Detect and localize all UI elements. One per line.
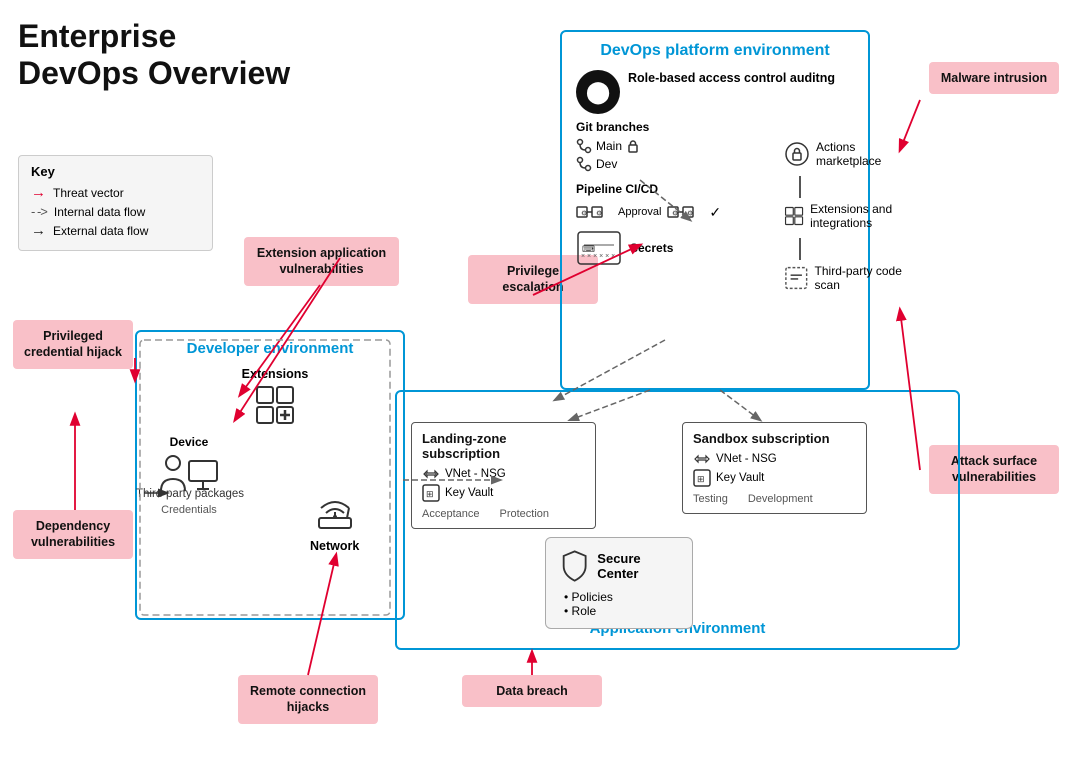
sandbox-box: Sandbox subscription VNet - NSG ⊞ Key Va… — [682, 422, 867, 514]
sandbox-vnet: VNet - NSG — [693, 452, 856, 466]
landing-labels: Acceptance Protection — [422, 508, 585, 520]
vnet-icon — [422, 467, 440, 481]
key-threat: → Threat vector — [31, 184, 200, 201]
key-internal: - -> Internal data flow — [31, 204, 200, 219]
keyvault-icon: ⊞ — [422, 484, 440, 502]
scan-icon — [784, 265, 809, 291]
landing-vnet-label: VNet - NSG — [445, 468, 506, 480]
credentials-label: Credentials — [159, 504, 219, 516]
third-party-scan-item: Third-party code scan — [784, 264, 924, 292]
rbac-block: ⬤ Role-based access control auditng — [576, 70, 854, 114]
extensions-icon — [255, 385, 295, 425]
threat-privileged-credential: Privileged credential hijack — [13, 320, 133, 369]
secure-center-title: Secure Center — [597, 551, 678, 581]
diagram-container: { "title": {"line1": "Enterprise", "line… — [0, 0, 1079, 779]
protection-label: Protection — [499, 508, 549, 520]
page-title: Enterprise DevOps Overview — [18, 18, 290, 92]
sandbox-vnet-icon — [693, 452, 711, 466]
threat-remote-connection: Remote connection hijacks — [238, 675, 378, 724]
lock2-icon — [784, 141, 810, 167]
lock-icon — [626, 139, 640, 153]
extensions-label: Extensions — [159, 367, 391, 381]
device-label: Device — [159, 435, 219, 449]
landing-zone-box: Landing-zone subscription VNet - NSG ⊞ K… — [411, 422, 596, 529]
threat-dependency: Dependency vulnerabilities — [13, 510, 133, 559]
secrets-label: Secrets — [630, 241, 673, 255]
branch-icon-main — [576, 138, 592, 154]
svg-text:⊞: ⊞ — [697, 474, 705, 484]
key-legend: Key → Threat vector - -> Internal data f… — [18, 155, 213, 251]
threat-data-breach: Data breach — [462, 675, 602, 707]
secure-center-box: Secure Center • Policies • Role — [545, 537, 693, 629]
extensions2-icon — [784, 203, 804, 229]
svg-text:⊞: ⊞ — [426, 489, 434, 499]
third-party-scan-label: Third-party code scan — [815, 264, 924, 292]
actions-marketplace-item: Actions marketplace — [784, 140, 924, 168]
developer-env-label: Developer environment — [149, 340, 391, 357]
sandbox-labels: Testing Development — [693, 493, 856, 505]
rbac-text: Role-based access control auditng — [628, 70, 835, 86]
branch-dev-label: Dev — [596, 157, 617, 171]
approval-label: Approval — [618, 206, 661, 218]
landing-keyvault-label: Key Vault — [445, 487, 493, 499]
network-label: Network — [310, 539, 359, 553]
extensions-integrations-label: Extensions and integrations — [810, 202, 924, 230]
development-label: Development — [748, 493, 813, 505]
key-title: Key — [31, 164, 200, 179]
github-logo: ⬤ — [576, 70, 620, 114]
actions-marketplace-label: Actions marketplace — [816, 140, 924, 168]
svg-text:⚙: ⚙ — [581, 210, 587, 218]
sandbox-keyvault: ⊞ Key Vault — [693, 469, 856, 487]
svg-text:⚙: ⚙ — [672, 210, 678, 218]
testing-label: Testing — [693, 493, 728, 505]
svg-text:⚙: ⚙ — [687, 210, 693, 218]
right-panel: Actions marketplace Extensions and integ… — [784, 140, 924, 300]
pipeline-stage-1: ⚙ ⚙ — [576, 202, 612, 222]
pipeline-stage-2: ⚙ ⚙ — [667, 202, 703, 222]
landing-keyvault: ⊞ Key Vault — [422, 484, 585, 502]
branch-icon-dev — [576, 156, 592, 172]
landing-vnet: VNet - NSG — [422, 467, 585, 481]
svg-text:⚙: ⚙ — [596, 210, 602, 218]
extensions-integrations-item: Extensions and integrations — [784, 202, 924, 230]
sandbox-title: Sandbox subscription — [693, 431, 856, 446]
acceptance-label: Acceptance — [422, 508, 479, 520]
threat-malware: Malware intrusion — [929, 62, 1059, 94]
check-mark: ✓ — [709, 204, 721, 221]
branch-main-label: Main — [596, 139, 622, 153]
sandbox-keyvault-label: Key Vault — [716, 472, 764, 484]
landing-zone-title: Landing-zone subscription — [422, 431, 585, 461]
third-party-packages: Third-party packages — [136, 488, 244, 500]
devops-platform-label: DevOps platform environment — [576, 42, 854, 60]
threat-extension-app: Extension application vulnerabilities — [244, 237, 399, 286]
key-external: → External data flow — [31, 222, 200, 239]
application-environment-box: Application environment Landing-zone sub… — [395, 390, 960, 650]
svg-text:× × × × × ×: × × × × × × — [581, 253, 615, 260]
network-block: Network — [310, 490, 359, 553]
secure-role: • Role — [564, 604, 678, 618]
git-branches-label: Git branches — [576, 120, 854, 134]
sandbox-keyvault-icon: ⊞ — [693, 469, 711, 487]
sandbox-vnet-label: VNet - NSG — [716, 453, 777, 465]
shield-icon — [560, 548, 589, 584]
network-icon — [311, 490, 359, 534]
secure-policies: • Policies — [564, 590, 678, 604]
secrets-icon: ⌨ × × × × × × — [576, 230, 622, 266]
developer-environment-box: Developer environment Extensions — [135, 330, 405, 620]
